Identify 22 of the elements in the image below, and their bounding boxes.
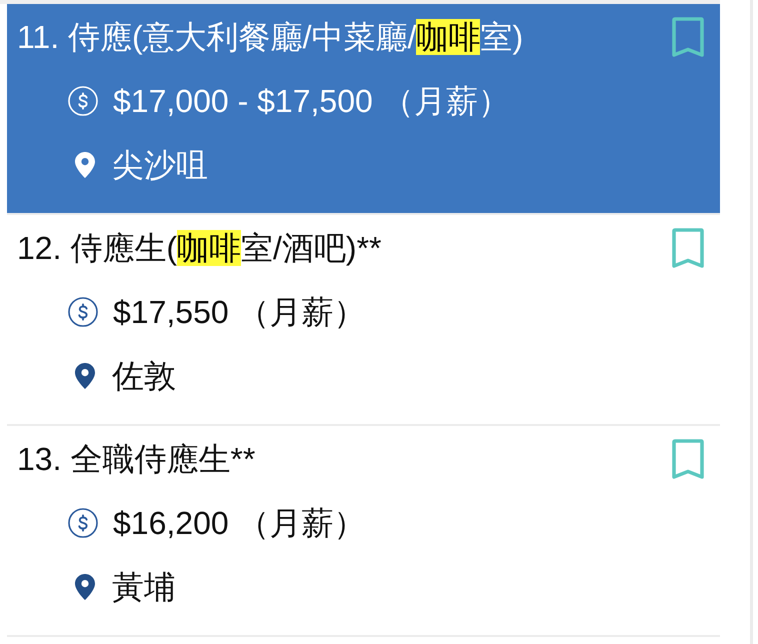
location-pin-icon: [75, 574, 95, 600]
location-text: 黃埔: [112, 568, 176, 607]
location-text: 佐敦: [112, 357, 176, 396]
job-title[interactable]: 11. 侍應(意大利餐廳/中菜廳/咖啡室): [17, 16, 524, 58]
pay-period: （月薪）: [238, 504, 366, 543]
dollar-circle-icon: [68, 86, 98, 116]
location-pin-icon: [75, 363, 95, 389]
job-list-item[interactable]: 11. 侍應(意大利餐廳/中菜廳/咖啡室) $17,000 - $17,500 （月薪） 尖沙咀: [7, 4, 720, 215]
salary-amount: $16,200: [113, 504, 229, 543]
job-title[interactable]: 13. 全職侍應生**: [17, 438, 256, 480]
dollar-circle-icon: [68, 297, 98, 327]
pay-period: （月薪）: [238, 293, 366, 332]
location-text: 尖沙咀: [112, 146, 208, 185]
location-pin-icon: [75, 152, 95, 178]
dollar-circle-icon: [68, 508, 98, 538]
bookmark-icon[interactable]: [672, 439, 704, 479]
salary-amount: $17,550: [113, 293, 229, 332]
salary-amount: $17,000 - $17,500: [113, 82, 373, 121]
job-title[interactable]: 12. 侍應生(咖啡室/酒吧)**: [17, 227, 382, 269]
pay-period: （月薪）: [382, 82, 510, 121]
bookmark-icon[interactable]: [672, 17, 704, 57]
bookmark-icon[interactable]: [672, 228, 704, 268]
